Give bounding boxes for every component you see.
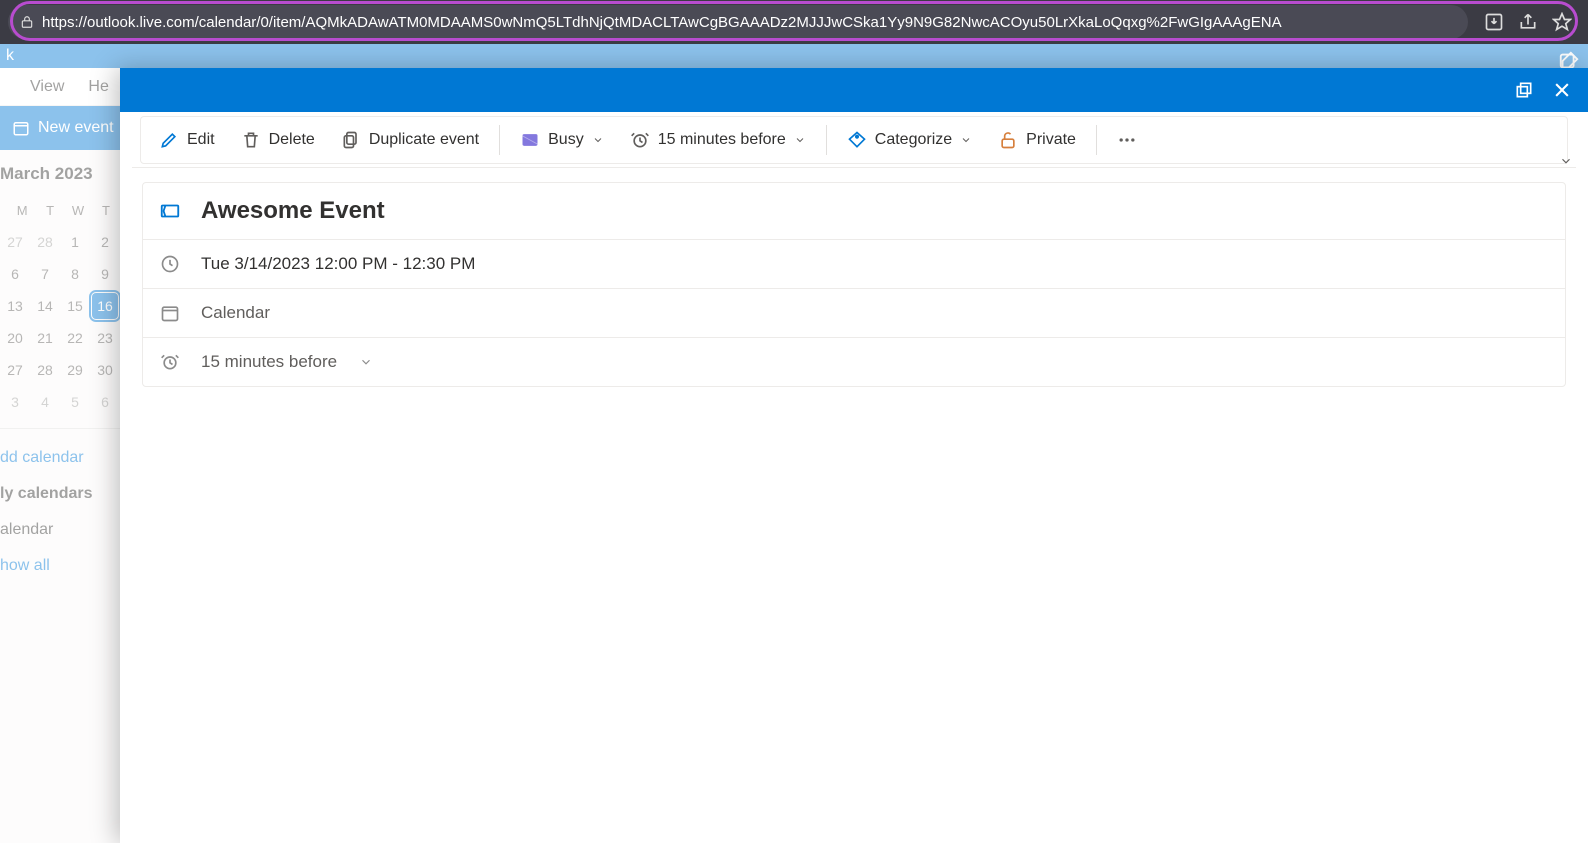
busy-status-dropdown[interactable]: Busy [508,124,616,156]
categorize-dropdown[interactable]: Categorize [835,124,984,156]
event-details-modal: Edit Delete Duplicate event Busy [120,68,1588,843]
alarm-icon [630,130,650,150]
chevron-down-icon [794,134,806,146]
calendar-event-icon [159,200,181,222]
favorite-star-icon[interactable] [1552,12,1572,32]
browser-actions [1476,12,1580,32]
modal-titlebar [120,68,1588,112]
expand-ribbon-button[interactable] [1556,153,1576,169]
chevron-down-icon [359,355,373,369]
reminder-dropdown[interactable]: 15 minutes before [618,124,818,156]
toolbar-separator [1096,125,1097,155]
chevron-down-icon [960,134,972,146]
busy-label: Busy [548,131,584,149]
chevron-down-icon [592,134,604,146]
popout-button[interactable] [1508,74,1540,106]
pencil-icon [159,130,179,150]
edit-label: Edit [187,131,215,149]
busy-icon [520,130,540,150]
reminder-label: 15 minutes before [658,131,786,149]
private-label: Private [1026,131,1076,149]
categorize-label: Categorize [875,131,952,149]
calendar-icon [159,303,181,323]
browser-url-text: https://outlook.live.com/calendar/0/item… [42,14,1282,31]
install-app-icon[interactable] [1484,12,1504,32]
event-title-row: Awesome Event [143,183,1565,239]
toolbar-separator [499,125,500,155]
event-datetime: Tue 3/14/2023 12:00 PM - 12:30 PM [201,254,475,274]
tag-icon [847,130,867,150]
private-toggle[interactable]: Private [986,124,1088,156]
event-title: Awesome Event [201,197,385,225]
lock-open-icon [998,130,1018,150]
modal-toolbar: Edit Delete Duplicate event Busy [132,112,1576,168]
duplicate-label: Duplicate event [369,131,479,149]
close-button[interactable] [1546,74,1578,106]
event-reminder-value: 15 minutes before [201,352,337,372]
browser-address-bar[interactable]: https://outlook.live.com/calendar/0/item… [8,5,1468,39]
edit-button[interactable]: Edit [147,124,227,156]
more-icon [1117,130,1137,150]
clock-icon [159,254,181,274]
event-calendar-name: Calendar [201,303,270,323]
event-calendar-row: Calendar [143,288,1565,337]
event-reminder-row[interactable]: 15 minutes before [143,337,1565,386]
lock-icon [20,15,34,29]
event-details-card: Awesome Event Tue 3/14/2023 12:00 PM - 1… [142,182,1566,387]
event-time-row: Tue 3/14/2023 12:00 PM - 12:30 PM [143,239,1565,288]
duplicate-event-button[interactable]: Duplicate event [329,124,491,156]
more-actions-button[interactable] [1105,124,1149,156]
trash-icon [241,130,261,150]
delete-label: Delete [269,131,315,149]
alarm-icon [159,352,181,372]
toolbar-separator [826,125,827,155]
browser-address-bar-row: https://outlook.live.com/calendar/0/item… [0,0,1588,44]
delete-button[interactable]: Delete [229,124,327,156]
share-icon[interactable] [1518,12,1538,32]
duplicate-icon [341,130,361,150]
